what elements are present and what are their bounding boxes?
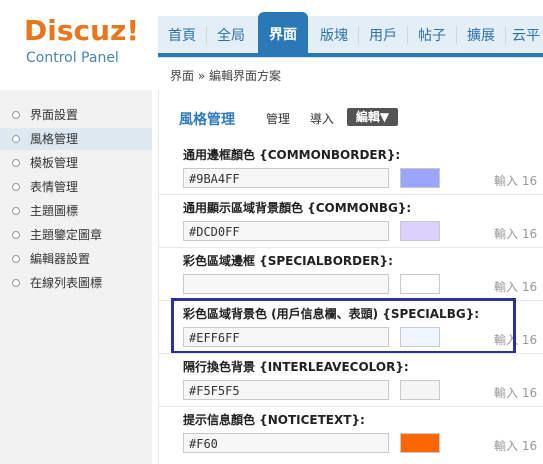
noticetext-input[interactable]: #F60 (183, 433, 389, 453)
sidebar-item-label: 風格管理 (30, 132, 79, 146)
manage-link[interactable]: 管理 (266, 110, 290, 127)
breadcrumb-bar: 界面 » 編輯界面方案 (158, 57, 543, 91)
sidebar-item-label: 界面設置 (30, 108, 79, 122)
specialborder-input[interactable] (183, 274, 389, 294)
sidebar-item-thread-stamps[interactable]: 主題鑒定圖章 (0, 224, 152, 246)
nav-tab-cloud[interactable]: 云平 (506, 16, 543, 53)
nav-tab-extensions[interactable]: 擴展 (457, 16, 505, 53)
bullet-icon (12, 183, 20, 191)
logo[interactable]: Discuz! Control Panel (0, 0, 158, 90)
divider (159, 194, 543, 195)
field-label-interleavecolor: 隔行換色背景 {INTERLEAVECOLOR}: (183, 360, 409, 374)
sidebar-item-label: 主題鑒定圖章 (30, 228, 103, 242)
bullet-icon (12, 279, 20, 287)
sidebar-item-thread-icons[interactable]: 主題圖標 (0, 200, 152, 222)
page-title: 風格管理 (179, 112, 235, 128)
sidebar-item-label: 表情管理 (30, 180, 79, 194)
nav-tab-forums[interactable]: 版塊 (310, 16, 358, 53)
bullet-icon (12, 255, 20, 263)
main-nav: 首頁 全局 界面 版塊 用戶 帖子 擴展 云平 (158, 12, 543, 57)
interleavecolor-input[interactable]: #F5F5F5 (183, 380, 389, 400)
field-hint: 輸入 16 (494, 439, 538, 453)
bullet-icon (12, 231, 20, 239)
bullet-icon (12, 159, 20, 167)
commonborder-color-swatch[interactable] (400, 168, 440, 188)
logo-subtitle: Control Panel (26, 50, 119, 66)
field-label-noticetext: 提示信息顏色 {NOTICETEXT}: (183, 413, 365, 427)
sidebar: 界面設置 風格管理 模板管理 表情管理 主題圖標 主題鑒定圖章 編輯器設置 在線… (0, 90, 152, 464)
nav-tab-users[interactable]: 用戶 (359, 16, 407, 53)
sidebar-item-interface-settings[interactable]: 界面設置 (0, 104, 152, 126)
sidebar-item-editor-settings[interactable]: 編輯器設置 (0, 248, 152, 270)
import-link[interactable]: 導入 (310, 110, 334, 127)
nav-tab-posts[interactable]: 帖子 (408, 16, 456, 53)
bullet-icon (12, 135, 20, 143)
nav-tab-global[interactable]: 全局 (207, 16, 255, 53)
sidebar-item-smiley-manage[interactable]: 表情管理 (0, 176, 152, 198)
sidebar-item-template-manage[interactable]: 模板管理 (0, 152, 152, 174)
interleavecolor-color-swatch[interactable] (400, 380, 440, 400)
divider (159, 353, 543, 354)
sub-tab-bar: 風格管理 管理 導入 編輯▼ (159, 90, 543, 138)
highlight-annotation-box (171, 298, 516, 354)
top-header: Discuz! Control Panel 首頁 全局 界面 版塊 用戶 帖子 … (0, 0, 543, 91)
divider (159, 406, 543, 407)
divider (159, 247, 543, 248)
commonbg-input[interactable]: #DCD0FF (183, 221, 389, 241)
commonbg-color-swatch[interactable] (400, 221, 440, 241)
noticetext-color-swatch[interactable] (400, 433, 440, 453)
sidebar-item-label: 編輯器設置 (30, 252, 91, 266)
sidebar-item-label: 模板管理 (30, 156, 79, 170)
sidebar-item-style-manage[interactable]: 風格管理 (0, 128, 152, 150)
specialborder-color-swatch[interactable] (400, 274, 440, 294)
field-hint: 輸入 16 (494, 227, 538, 241)
nav-tab-interface[interactable]: 界面 (258, 12, 308, 57)
commonborder-input[interactable]: #9BA4FF (183, 168, 389, 188)
sidebar-item-online-list-icons[interactable]: 在線列表圖標 (0, 272, 152, 294)
breadcrumb: 界面 » 編輯界面方案 (170, 69, 281, 83)
field-label-specialborder: 彩色區域邊框 {SPECIALBORDER}: (183, 254, 393, 268)
main-content: 風格管理 管理 導入 編輯▼ 通用邊框顏色 {COMMONBORDER}: #9… (158, 90, 543, 464)
bullet-icon (12, 111, 20, 119)
field-hint: 輸入 16 (494, 280, 538, 294)
bullet-icon (12, 207, 20, 215)
sidebar-item-label: 主題圖標 (30, 204, 79, 218)
field-hint: 輸入 16 (494, 386, 538, 400)
logo-text: Discuz! (24, 14, 140, 47)
edit-dropdown[interactable]: 編輯▼ (347, 108, 398, 126)
sidebar-item-label: 在線列表圖標 (30, 276, 103, 290)
field-label-commonborder: 通用邊框顏色 {COMMONBORDER}: (183, 148, 401, 162)
nav-tab-home[interactable]: 首頁 (158, 16, 206, 53)
field-label-commonbg: 通用顯示區域背景顏色 {COMMONBG}: (183, 201, 412, 215)
field-hint: 輸入 16 (494, 174, 538, 188)
